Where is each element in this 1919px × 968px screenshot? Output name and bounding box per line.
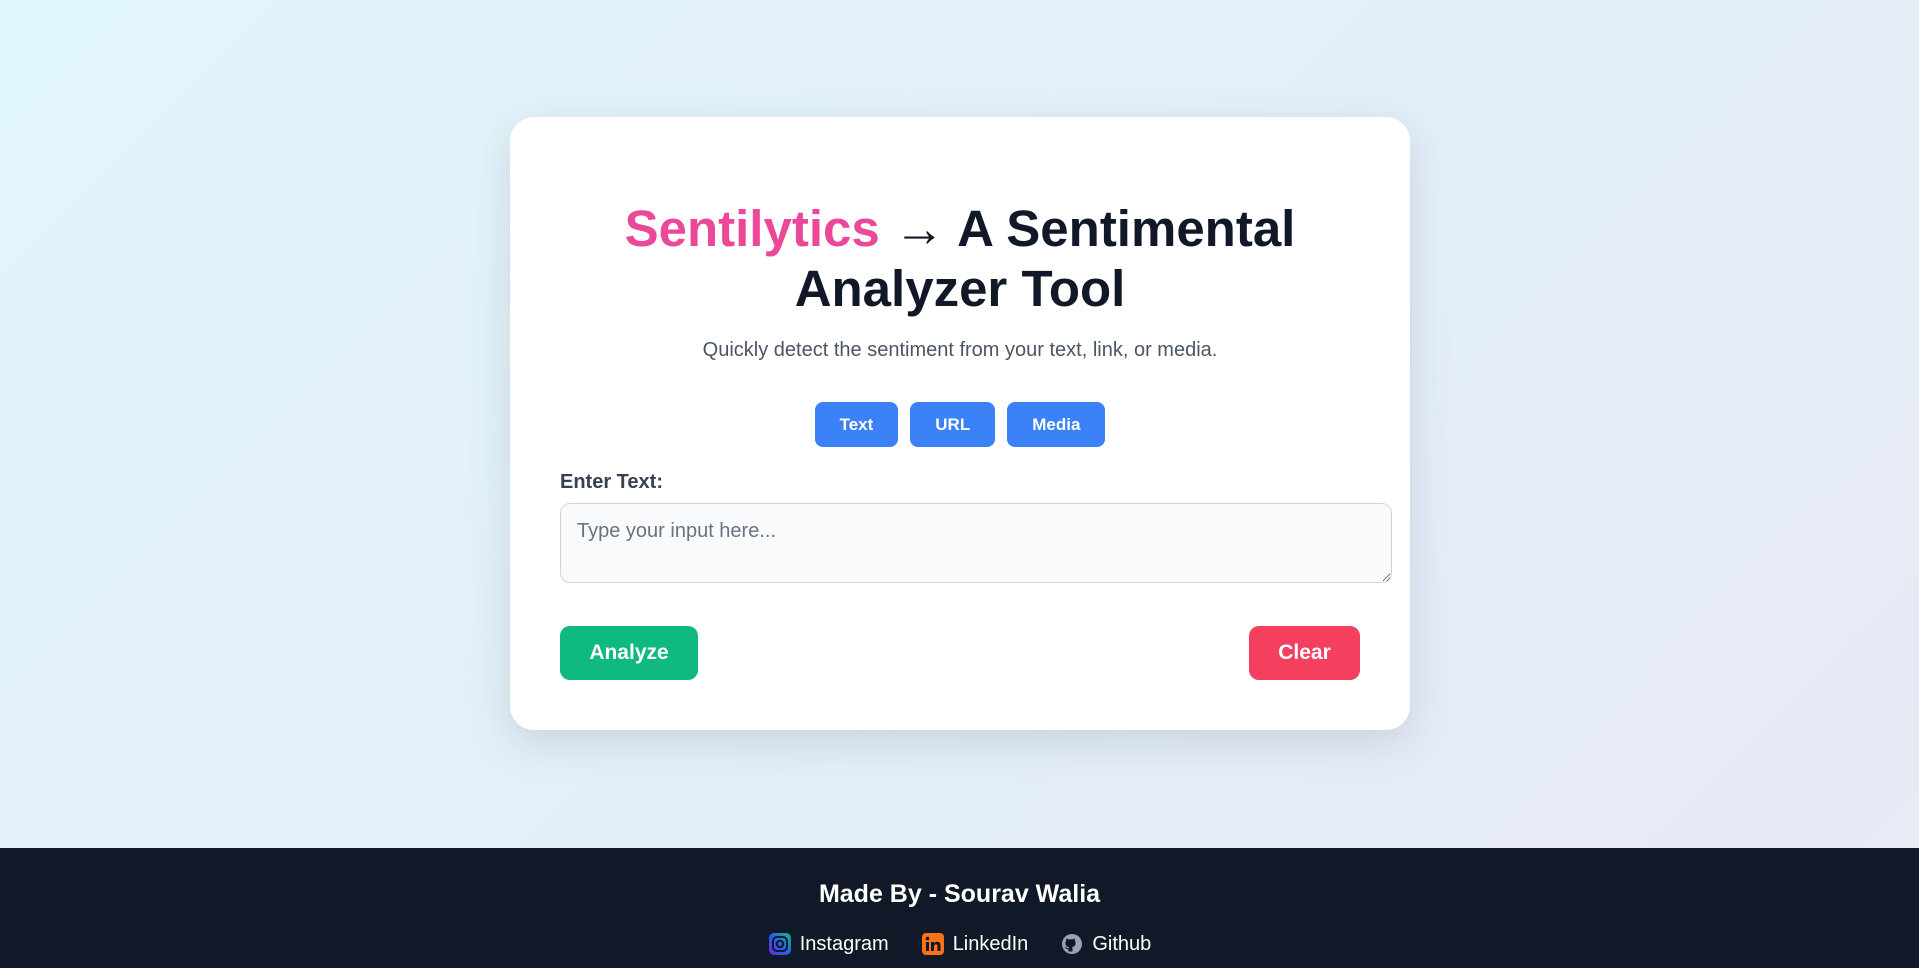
github-link[interactable]: Github (1060, 932, 1151, 956)
linkedin-label: LinkedIn (952, 932, 1029, 955)
tab-media[interactable]: Media (1007, 402, 1106, 447)
github-icon (1060, 932, 1084, 956)
footer-credit: Made By - Sourav Walia (818, 880, 1101, 908)
analyze-button[interactable]: Analyze (560, 626, 698, 680)
instagram-label: Instagram (799, 932, 889, 955)
tab-url[interactable]: URL (910, 402, 996, 447)
linkedin-link[interactable]: LinkedIn (921, 932, 1029, 956)
analyzer-card: Sentilytics → A Sentimental Analyzer Too… (510, 117, 1410, 730)
instagram-link[interactable]: Instagram (768, 932, 889, 956)
github-label: Github (1092, 932, 1152, 955)
text-input[interactable] (560, 503, 1392, 583)
clear-button[interactable]: Clear (1249, 626, 1360, 680)
tab-text[interactable]: Text (814, 402, 899, 447)
linkedin-icon (921, 932, 945, 956)
page-subtitle: Quickly detect the sentiment from your t… (702, 339, 1218, 361)
page-title: Sentilytics → A Sentimental Analyzer Too… (510, 199, 1410, 319)
social-links: Instagram LinkedIn Github (0, 932, 1919, 956)
text-input-label: Enter Text: (560, 471, 663, 493)
footer: Made By - Sourav Walia Instagram LinkedI… (0, 848, 1919, 968)
instagram-icon (768, 932, 792, 956)
input-mode-tabs: Text URL Media (510, 402, 1410, 447)
brand-name: Sentilytics (624, 200, 880, 257)
